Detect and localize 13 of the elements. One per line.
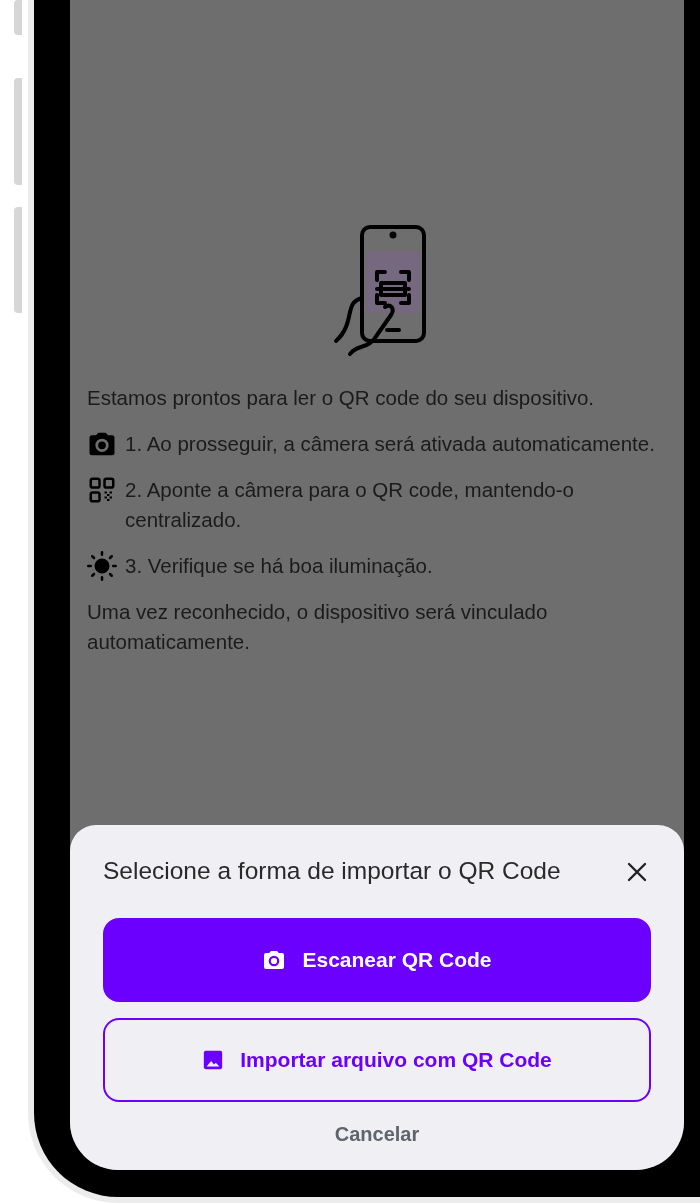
step-text: 1. Ao prosseguir, a câmera será ativada automaticamente. <box>125 431 655 457</box>
image-icon <box>202 1049 225 1071</box>
sheet-title: Selecione a forma de importar o QR Code <box>103 856 561 887</box>
step-text: 3. Verifique se há boa iluminação. <box>125 553 433 579</box>
scan-button[interactable]: Escanear QR Code <box>103 918 651 1002</box>
step-text: 2. Aponte a câmera para o QR code, mantendo-o centralizado. <box>125 477 575 533</box>
cancel-button[interactable]: Cancelar <box>328 1118 426 1150</box>
qr-code-icon <box>87 475 117 505</box>
intro-text: Estamos prontos para ler o QR code do seu dispositivo. <box>87 385 596 411</box>
import-button[interactable]: Importar arquivo com QR Code <box>103 1018 651 1102</box>
camera-icon <box>262 948 287 972</box>
outro-text: Uma vez reconhecido, o dispositivo será vinculado automaticamente. <box>87 599 549 655</box>
sun-icon <box>87 551 117 581</box>
